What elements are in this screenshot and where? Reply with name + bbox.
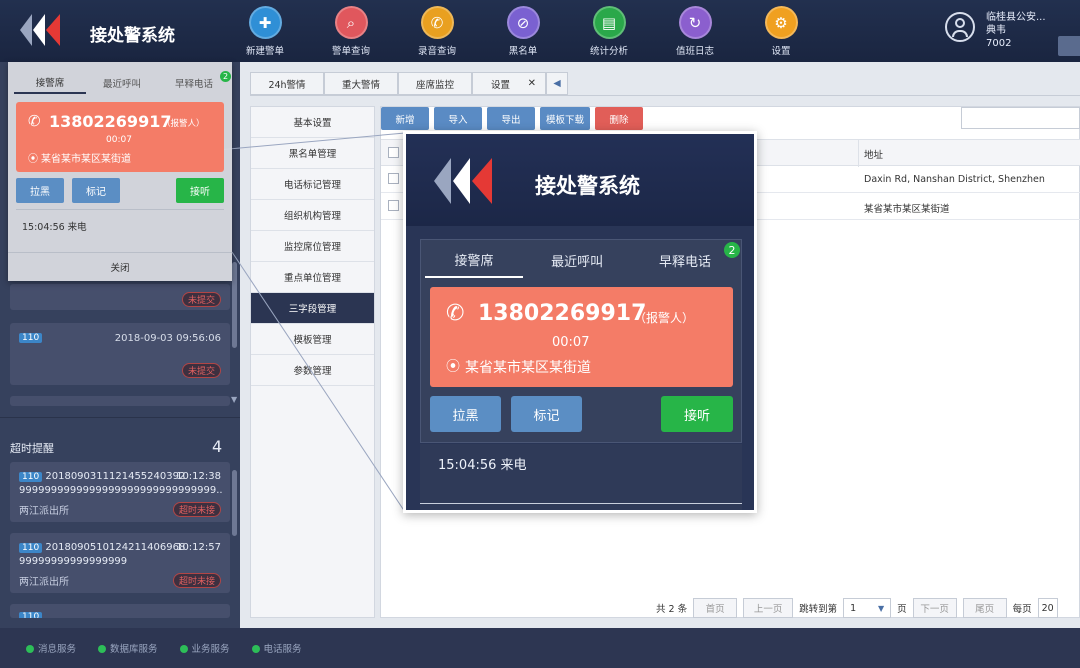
- call-timer: 00:07: [106, 135, 132, 145]
- btn-label: 接听: [190, 187, 210, 198]
- tab-label: 接警席: [35, 78, 65, 89]
- caller-role: （报警人）: [634, 311, 695, 325]
- app-title: 接处警系统: [535, 174, 640, 198]
- block-button[interactable]: 拉黑: [430, 396, 501, 432]
- tab-label: 早释电话: [659, 254, 712, 270]
- zoom-log-area: 15:04:56 来电: [420, 444, 742, 510]
- app-logo: [434, 158, 492, 204]
- btn-label: 关闭: [110, 263, 130, 274]
- tab-early-release[interactable]: 早释电话: [631, 242, 739, 278]
- location-icon: ⦿: [446, 359, 460, 375]
- tab-label: 早释电话: [174, 79, 213, 90]
- answer-button[interactable]: 接听: [176, 178, 224, 203]
- btn-label: 标记: [533, 408, 560, 424]
- tab-recent-calls[interactable]: 最近呼叫: [523, 242, 631, 278]
- btn-label: 拉黑: [30, 187, 50, 198]
- caller-address: 某省某市某区某街道: [41, 154, 131, 165]
- caller-card: ✆ 13802269917 （报警人） 00:07 ⦿ 某省某市某区某街道: [16, 102, 224, 172]
- zoom-callout: 接处警系统 接警席 最近呼叫 早释电话 2 ✆ 13802269917 （报警人…: [403, 131, 757, 513]
- mark-button[interactable]: 标记: [511, 396, 582, 432]
- call-log-entry: 15:04:56 来电: [438, 458, 527, 473]
- caller-address: 某省某市某区某街道: [465, 360, 591, 376]
- tab-label: 最近呼叫: [102, 79, 141, 90]
- call-timer: 00:07: [552, 335, 590, 350]
- tab-label: 最近呼叫: [551, 254, 604, 270]
- count-badge: 2: [220, 71, 231, 82]
- btn-label: 标记: [86, 187, 106, 198]
- location-icon: ⦿: [28, 154, 38, 165]
- divider: [16, 209, 224, 210]
- zoom-header: 接处警系统: [406, 134, 754, 226]
- caller-phone: 13802269917: [49, 112, 172, 131]
- incoming-call-dialog: 接警席 最近呼叫 早释电话 2 ✆ 13802269917 （报警人） 00:0…: [8, 62, 232, 281]
- caller-role: （报警人）: [162, 119, 205, 129]
- answer-button[interactable]: 接听: [661, 396, 733, 432]
- zoom-dialog: 接警席 最近呼叫 早释电话 2 ✆ 13802269917 （报警人） 00:0…: [420, 239, 742, 443]
- tab-receiving-seat[interactable]: 接警席: [425, 242, 524, 278]
- divider: [420, 503, 742, 504]
- phone-icon: ✆: [28, 112, 41, 130]
- mark-button[interactable]: 标记: [72, 178, 120, 203]
- dialog-tabs: 接警席 最近呼叫 早释电话: [14, 72, 230, 94]
- call-log-entry: 15:04:56 来电: [22, 222, 87, 233]
- tab-label: 接警席: [454, 253, 494, 269]
- tab-recent-calls[interactable]: 最近呼叫: [86, 72, 158, 94]
- count-badge: 2: [724, 242, 740, 258]
- close-button[interactable]: 关闭: [8, 253, 232, 281]
- btn-label: 接听: [683, 408, 710, 424]
- btn-label: 拉黑: [452, 408, 479, 424]
- phone-icon: ✆: [446, 301, 465, 326]
- caller-phone: 13802269917: [478, 301, 647, 326]
- tab-receiving-seat[interactable]: 接警席: [14, 72, 86, 94]
- zoom-panel: 接处警系统 接警席 最近呼叫 早释电话 2 ✆ 13802269917 （报警人…: [406, 134, 754, 510]
- block-button[interactable]: 拉黑: [16, 178, 64, 203]
- dialog-tabs: 接警席 最近呼叫 早释电话: [425, 242, 739, 278]
- caller-card: ✆ 13802269917 （报警人） 00:07 ⦿ 某省某市某区某街道: [430, 287, 733, 387]
